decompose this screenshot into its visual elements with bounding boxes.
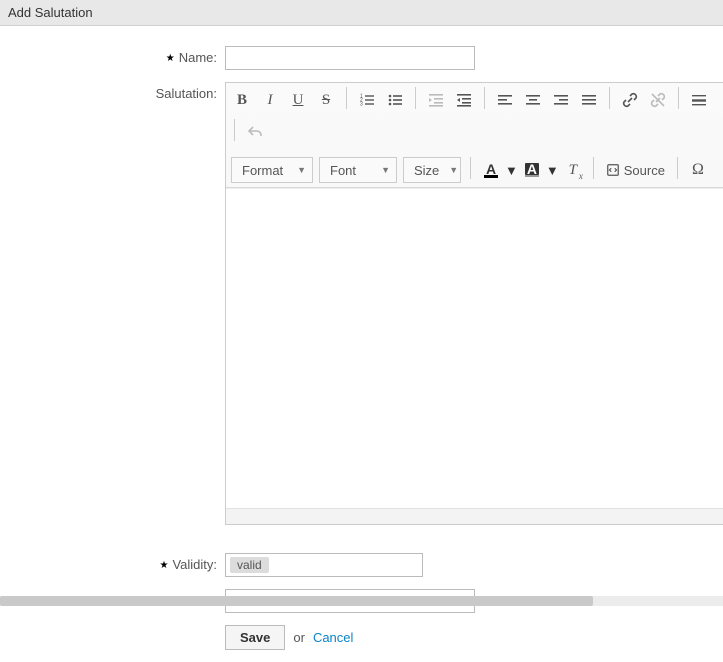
validity-chip[interactable]: valid: [230, 557, 269, 573]
name-label: ★ Name:: [0, 46, 225, 65]
align-center-button[interactable]: [519, 87, 547, 113]
ordered-list-icon: 1 2 3: [359, 92, 375, 108]
svg-text:3: 3: [360, 102, 363, 108]
validity-label-text: Validity:: [172, 557, 217, 572]
bg-color-button[interactable]: A ▼: [518, 157, 559, 183]
indent-button[interactable]: [450, 87, 478, 113]
bold-button[interactable]: B: [228, 87, 256, 113]
source-button[interactable]: Source: [600, 157, 671, 183]
toolbar-separator: [677, 157, 678, 179]
text-color-button[interactable]: A ▼: [477, 157, 518, 183]
chevron-down-icon: ▼: [449, 165, 458, 175]
remove-format-button[interactable]: Tx: [559, 157, 587, 183]
editor-status-bar: [226, 508, 723, 524]
toolbar-separator: [346, 87, 347, 109]
chevron-down-icon: ▼: [381, 165, 390, 175]
chevron-down-icon: ▼: [297, 165, 306, 175]
rich-text-editor: B I U S 1 2 3: [225, 82, 723, 525]
bold-icon: B: [237, 92, 247, 109]
source-icon: [606, 163, 620, 177]
special-char-button[interactable]: Ω: [684, 157, 712, 183]
remove-format-icon: Tx: [569, 162, 577, 179]
text-color-swatch: [484, 175, 498, 178]
font-dropdown-label: Font: [330, 163, 356, 178]
name-input[interactable]: [225, 46, 475, 70]
or-text: or: [293, 630, 305, 645]
format-dropdown-label: Format: [242, 163, 283, 178]
scrollbar-thumb[interactable]: [0, 596, 593, 606]
insert-hr-icon: [691, 92, 707, 108]
name-label-text: Name:: [179, 50, 217, 65]
strike-icon: S: [322, 92, 330, 109]
bg-color-swatch: [525, 175, 539, 177]
toolbar-separator: [678, 87, 679, 109]
italic-icon: I: [268, 92, 273, 109]
font-dropdown[interactable]: Font ▼: [319, 157, 397, 183]
horizontal-scrollbar[interactable]: [0, 596, 723, 606]
editor-content-area[interactable]: [226, 188, 723, 508]
align-right-icon: [553, 92, 569, 108]
omega-icon: Ω: [692, 161, 704, 179]
salutation-label: Salutation:: [0, 82, 225, 101]
format-dropdown[interactable]: Format ▼: [231, 157, 313, 183]
chevron-down-icon: ▼: [546, 163, 559, 178]
bg-color-icon: A: [525, 163, 539, 175]
align-justify-button[interactable]: [575, 87, 603, 113]
toolbar-separator: [593, 157, 594, 179]
ordered-list-button[interactable]: 1 2 3: [353, 87, 381, 113]
page-title: Add Salutation: [0, 0, 723, 26]
source-button-label: Source: [624, 163, 665, 178]
outdent-button[interactable]: [422, 87, 450, 113]
undo-button[interactable]: [241, 119, 269, 145]
toolbar-separator: [484, 87, 485, 109]
underline-button[interactable]: U: [284, 87, 312, 113]
text-color-icon: A: [486, 163, 496, 175]
size-dropdown[interactable]: Size ▼: [403, 157, 461, 183]
undo-icon: [247, 124, 263, 140]
page-title-text: Add Salutation: [8, 5, 93, 20]
underline-icon: U: [293, 92, 304, 109]
strike-button[interactable]: S: [312, 87, 340, 113]
unordered-list-button[interactable]: [381, 87, 409, 113]
link-button[interactable]: [616, 87, 644, 113]
toolbar-separator: [609, 87, 610, 109]
align-justify-icon: [581, 92, 597, 108]
required-star-icon: ★: [166, 53, 175, 64]
actions-spacer: [0, 625, 225, 629]
toolbar-separator: [415, 87, 416, 109]
unordered-list-icon: [387, 92, 403, 108]
cancel-link[interactable]: Cancel: [313, 630, 353, 645]
unlink-button[interactable]: [644, 87, 672, 113]
required-star-icon: ★: [159, 560, 168, 571]
validity-label: ★ Validity:: [0, 553, 225, 572]
save-button[interactable]: Save: [225, 625, 285, 650]
insert-hr-button[interactable]: [685, 87, 713, 113]
indent-icon: [456, 92, 472, 108]
toolbar-separator: [234, 119, 235, 141]
unlink-icon: [650, 92, 666, 108]
italic-button[interactable]: I: [256, 87, 284, 113]
toolbar-separator: [470, 157, 471, 179]
size-dropdown-label: Size: [414, 163, 439, 178]
align-right-button[interactable]: [547, 87, 575, 113]
link-icon: [622, 92, 638, 108]
editor-toolbar: B I U S 1 2 3: [226, 83, 723, 188]
outdent-icon: [428, 92, 444, 108]
align-center-icon: [525, 92, 541, 108]
salutation-label-text: Salutation:: [156, 86, 217, 101]
validity-input[interactable]: valid: [225, 553, 423, 577]
chevron-down-icon: ▼: [505, 163, 518, 178]
align-left-button[interactable]: [491, 87, 519, 113]
align-left-icon: [497, 92, 513, 108]
